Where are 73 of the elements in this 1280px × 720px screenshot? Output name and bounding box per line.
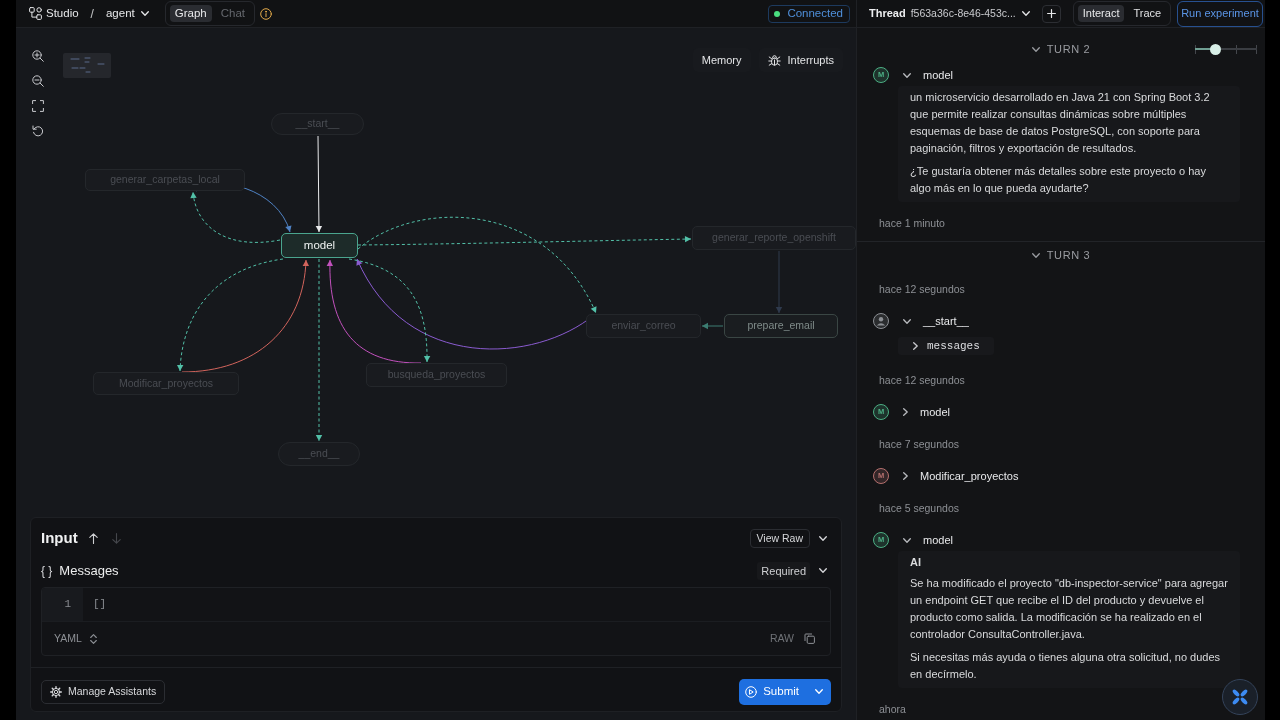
updown-chevron-icon[interactable] (89, 633, 97, 644)
required-tag: Required (757, 561, 810, 581)
chevron-right-icon[interactable] (903, 408, 908, 416)
braces-symbol: { } (41, 562, 53, 580)
code-text: [] (93, 597, 107, 613)
chevron-down-icon[interactable] (1031, 252, 1040, 258)
assistant-button[interactable] (1222, 679, 1258, 715)
role-label: AI (910, 555, 922, 570)
info-icon[interactable] (260, 7, 272, 20)
settings-icon[interactable] (50, 685, 62, 698)
timestamp: hace 1 minuto (879, 216, 945, 230)
timestamp: ahora (879, 702, 906, 716)
graph-node[interactable]: model (281, 233, 358, 258)
edge-arrow (775, 250, 783, 314)
timestamp: hace 12 segundos (879, 282, 965, 296)
raw-label[interactable]: RAW (769, 630, 794, 647)
chevron-down-icon[interactable] (1031, 46, 1040, 52)
graph-node[interactable]: prepare_email (724, 314, 838, 338)
format-select[interactable]: YAML (54, 630, 97, 647)
submit-button[interactable]: Submit (739, 678, 807, 705)
zoom-in-icon[interactable] (32, 50, 44, 62)
chevron-down-icon[interactable] (819, 568, 827, 574)
node-name: Modificar_proyectos (920, 468, 1019, 484)
mode-tab[interactable]: Trace (1128, 5, 1167, 22)
reset-icon[interactable] (32, 125, 44, 137)
timestamp: hace 7 segundos (879, 437, 959, 451)
chevron-right-icon[interactable] (903, 472, 908, 480)
timestamp: hace 12 segundos (879, 373, 965, 387)
edge-arrow (701, 322, 724, 330)
message-text: Se ha modificado el proyecto "db-inspector-service" para agregar un endpoint GET que recibe el ID del producto y devuelve el producto como salida. La modificación se ha realizado en el controlador ConsultaController.java. (910, 576, 1228, 642)
submit-options-button[interactable] (807, 678, 831, 705)
fit-view-icon[interactable] (32, 100, 44, 112)
nodes-icon[interactable] (29, 7, 42, 20)
message-text: un microservicio desarrollado en Java 21 con Spring Boot 3.2 que permite realizar consultas dinámicas sobre múltiples esquemas de base de datos PostgreSQL, con soporte para paginación, filtros y exportación de resultados. (910, 90, 1211, 156)
line-number: 1 (64, 597, 71, 613)
timestamp: hace 5 segundos (879, 501, 959, 515)
field-label: Messages (59, 562, 119, 581)
app-name[interactable]: Studio (46, 4, 79, 23)
code-editor[interactable]: 1 [] YAML RAW (41, 586, 831, 657)
arrow-up-icon[interactable] (88, 532, 98, 544)
petals-icon[interactable] (1231, 688, 1249, 706)
mode-tab[interactable]: Interact (1077, 5, 1125, 22)
view-tab[interactable]: Chat (215, 5, 250, 22)
message-text: ¿Te gustaría obtener más detalles sobre este proyecto o hay algo más en lo que pueda ayudarte? (910, 164, 1207, 196)
turn-label: TURN 3 (1046, 247, 1091, 263)
panel-title: Input (41, 527, 78, 548)
zoom-out-icon[interactable] (32, 75, 44, 87)
manage-assistants-button[interactable]: Manage Assistants (41, 679, 166, 704)
breadcrumb-separator: / (90, 5, 94, 23)
node-name: model (920, 404, 950, 420)
status-label: Connected (787, 5, 843, 21)
node-name: model (923, 532, 953, 548)
view-tab[interactable]: Graph (169, 5, 212, 22)
graph-select[interactable]: agent (105, 6, 149, 21)
new-thread-button[interactable] (1041, 4, 1061, 23)
chevron-down-icon[interactable] (903, 72, 911, 78)
chevron-right-icon[interactable] (913, 342, 918, 350)
copy-icon[interactable] (804, 633, 815, 645)
thread-select[interactable]: Thread f563a36c-8e46-453c... (869, 6, 1030, 21)
view-raw-button[interactable]: View Raw (749, 528, 810, 548)
run-experiment-button[interactable]: Run experiment (1177, 0, 1263, 27)
chevron-down-icon[interactable] (819, 535, 827, 541)
slider-thumb[interactable] (1209, 43, 1221, 55)
chevron-down-icon[interactable] (903, 537, 911, 543)
node-name: __start__ (923, 313, 969, 329)
play-icon[interactable] (745, 685, 758, 698)
bug-icon[interactable] (767, 53, 781, 67)
chevron-down-icon[interactable] (903, 318, 911, 324)
turn-label: TURN 2 (1046, 41, 1091, 57)
plus-icon[interactable] (1046, 9, 1056, 18)
node-name: model (923, 67, 953, 83)
field-toggle[interactable]: messages (898, 337, 994, 355)
message-text: Si necesitas más ayuda o tienes alguna otra solicitud, no dudes en decírmelo. (910, 650, 1222, 682)
